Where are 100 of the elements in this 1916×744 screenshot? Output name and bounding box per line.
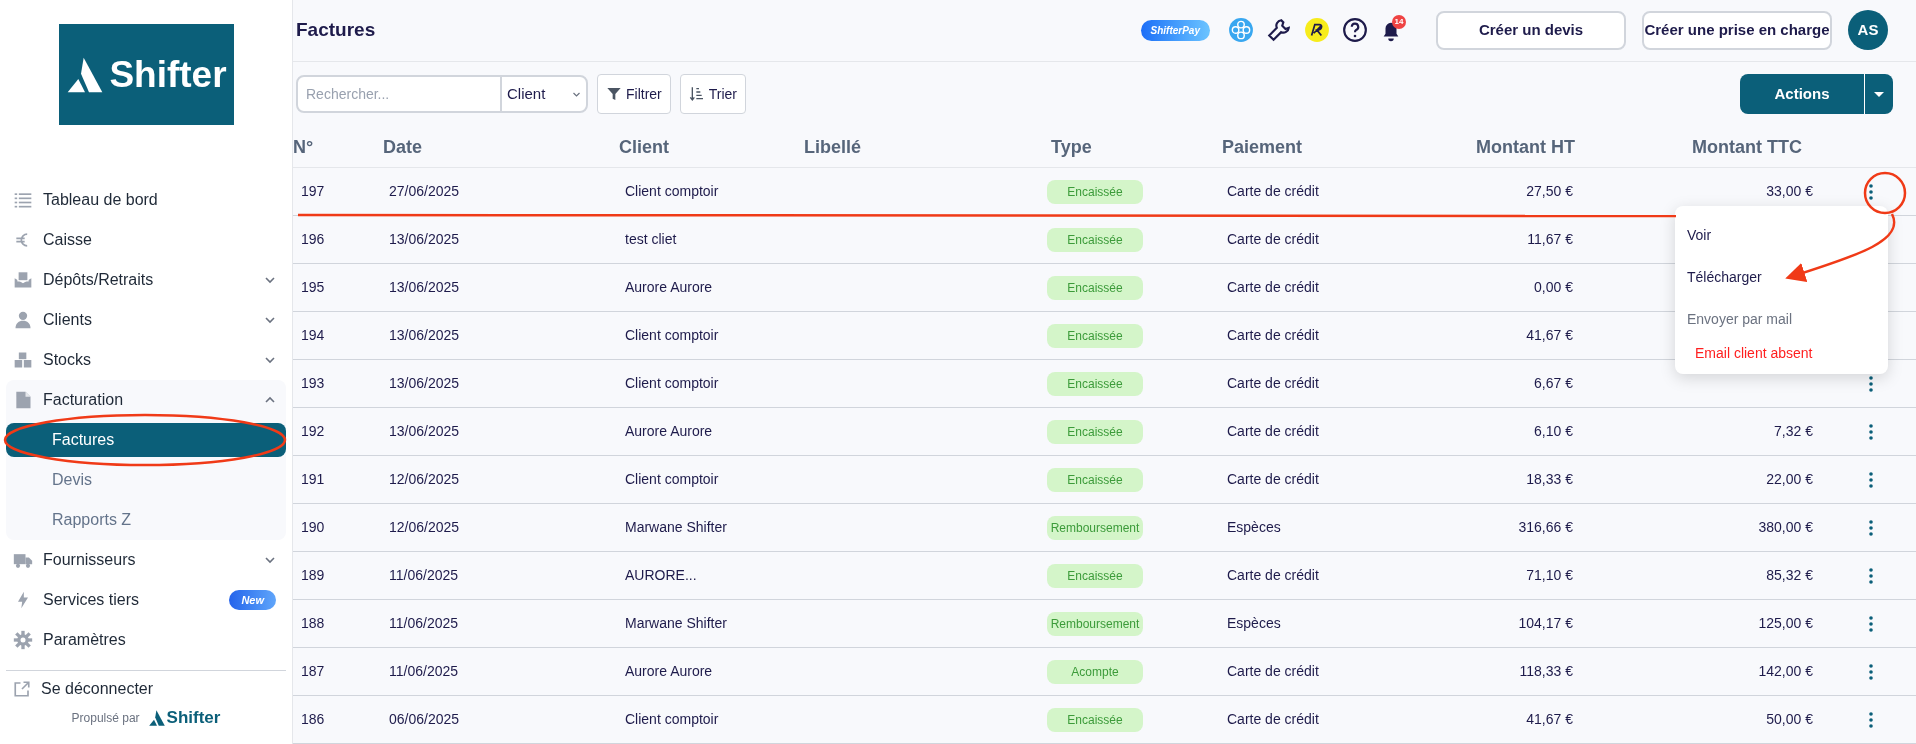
table-cell-text: 06/06/2025 [388, 710, 461, 729]
actions-dropdown-button[interactable] [1864, 74, 1893, 115]
funnel-icon [606, 86, 622, 103]
avatar[interactable]: AS [1848, 10, 1888, 51]
table-cell-text: 187 [300, 662, 326, 681]
status-badge: Encaissée [1047, 707, 1143, 732]
menu-item: Envoyer par mail [1686, 309, 1794, 329]
table-cell-text: Carte de crédit [1226, 278, 1320, 297]
table-cell-text: 380,00 € [1757, 518, 1813, 537]
sort-button[interactable]: Trier [679, 74, 747, 115]
submenu-item[interactable]: Devis [6, 463, 286, 497]
table-cell-text: Carte de crédit [1226, 422, 1320, 441]
status-badge: Encaissée [1047, 275, 1143, 300]
logout-link[interactable]: Se déconnecter [0, 671, 292, 707]
table-cell-text: 118,33 € [1518, 662, 1573, 681]
kebab-icon [1869, 471, 1873, 488]
kebab-icon [1869, 615, 1873, 632]
header-button[interactable]: Créer un devis [1436, 10, 1626, 50]
sidebar-item[interactable]: Caisse [6, 220, 286, 260]
table-cell-text: Carte de crédit [1226, 710, 1320, 729]
table-cell-text: 142,00 € [1757, 662, 1813, 681]
table-cell-text: 196 [300, 230, 326, 249]
filter-button[interactable]: Filtrer [597, 74, 671, 115]
menu-item[interactable]: Télécharger [1675, 256, 1888, 298]
actions-button[interactable]: Actions [1740, 74, 1864, 115]
table-cell-text: Espèces [1226, 518, 1282, 537]
table-cell-text: Carte de crédit [1226, 230, 1320, 249]
table-cell-text: 11/06/2025 [388, 662, 460, 681]
table-cell-text: 12/06/2025 [388, 518, 461, 537]
submenu-item[interactable]: Factures [6, 423, 286, 457]
table-cell-text: 316,66 € [1517, 518, 1573, 537]
search-field[interactable]: Rechercher... Client [296, 75, 588, 114]
kebab-icon [1869, 567, 1873, 584]
column-header: Montant HT [1475, 135, 1575, 159]
table-cell-text: Carte de crédit [1226, 182, 1320, 201]
external-link-icon [13, 680, 31, 698]
table-cell-text: Espèces [1226, 614, 1282, 633]
status-badge: Encaissée [1047, 323, 1143, 348]
table-cell-text: 22,00 € [1765, 470, 1813, 489]
sidebar-item[interactable]: Clients [6, 300, 286, 340]
sidebar-item[interactable]: Stocks [6, 340, 286, 380]
list-icon [13, 190, 33, 210]
sidebar-item[interactable]: Paramètres [6, 620, 286, 660]
table-cell-text: 27,50 € [1525, 182, 1573, 201]
notification-bell[interactable]: 14 [1380, 17, 1404, 44]
column-header: Client [619, 135, 670, 159]
status-badge: Encaissée [1047, 467, 1143, 492]
table-cell-text: 6,10 € [1533, 422, 1573, 441]
kebab-icon [1869, 663, 1873, 680]
table-cell-text: 194 [300, 326, 326, 345]
status-badge: Encaissée [1047, 227, 1143, 252]
sidebar-item[interactable]: Fournisseurs [6, 540, 286, 580]
powered-by-text: Propulsé par [71, 709, 140, 727]
flower-icon[interactable] [1228, 17, 1254, 44]
table-cell-text: Client comptoir [624, 374, 720, 393]
sidebar-item[interactable]: Dépôts/Retraits [6, 260, 286, 300]
sidebar-item[interactable]: Services tiers New [6, 580, 286, 620]
sidebar-item[interactable]: Facturation [6, 380, 286, 420]
table-cell-text: 192 [300, 422, 326, 441]
status-badge: Remboursement [1047, 515, 1143, 540]
table-cell-text: 189 [300, 566, 326, 585]
table-cell-text: Aurore Aurore [624, 662, 714, 681]
user-icon [13, 310, 33, 330]
kebab-icon [1869, 519, 1873, 536]
column-header: N° [293, 135, 315, 159]
table-cell-text: Carte de crédit [1226, 662, 1320, 681]
footer-logo: Shifter [147, 705, 221, 731]
table-cell-text: 41,67 € [1525, 326, 1573, 345]
table-cell-text: 190 [300, 518, 326, 537]
table-cell-text: 11/06/2025 [388, 614, 460, 633]
sidebar-item[interactable]: Tableau de bord [6, 180, 286, 220]
column-header: Type [1050, 135, 1093, 159]
table-cell-text: 197 [300, 182, 326, 201]
table-cell-text: Client comptoir [624, 182, 720, 201]
logo-badge-icon[interactable] [1304, 17, 1330, 44]
table-cell-text: Marwane Shifter [624, 614, 728, 633]
table-cell-text: Marwane Shifter [624, 518, 728, 537]
table-cell-text: 193 [300, 374, 326, 393]
table-cell-text: 85,32 € [1765, 566, 1813, 585]
table-cell-text: 13/06/2025 [388, 230, 461, 249]
table-cell-text: 27/06/2025 [388, 182, 461, 201]
table-cell-text: 50,00 € [1765, 710, 1813, 729]
table-cell-text: 11/06/2025 [388, 566, 460, 585]
search-scope-select[interactable]: Client [500, 77, 586, 112]
table-cell-text: Client comptoir [624, 710, 720, 729]
annotation-circle [1863, 171, 1907, 215]
table-cell-text: 18,33 € [1525, 470, 1573, 489]
menu-item[interactable]: Voir [1675, 214, 1888, 256]
notification-count: 14 [1392, 15, 1406, 30]
header-button[interactable]: Créer une prise en charge [1642, 10, 1832, 50]
table-cell-text: Carte de crédit [1226, 470, 1320, 489]
submenu-item[interactable]: Rapports Z [6, 503, 286, 537]
file-icon [13, 390, 33, 410]
wrench-icon[interactable] [1266, 17, 1292, 44]
status-badge: Encaissée [1047, 371, 1143, 396]
status-badge: Encaissée [1047, 419, 1143, 444]
table-cell-text: 13/06/2025 [388, 326, 461, 345]
table-cell-text: 13/06/2025 [388, 422, 461, 441]
table-cell-text: Carte de crédit [1226, 326, 1320, 345]
help-icon[interactable] [1342, 17, 1368, 44]
